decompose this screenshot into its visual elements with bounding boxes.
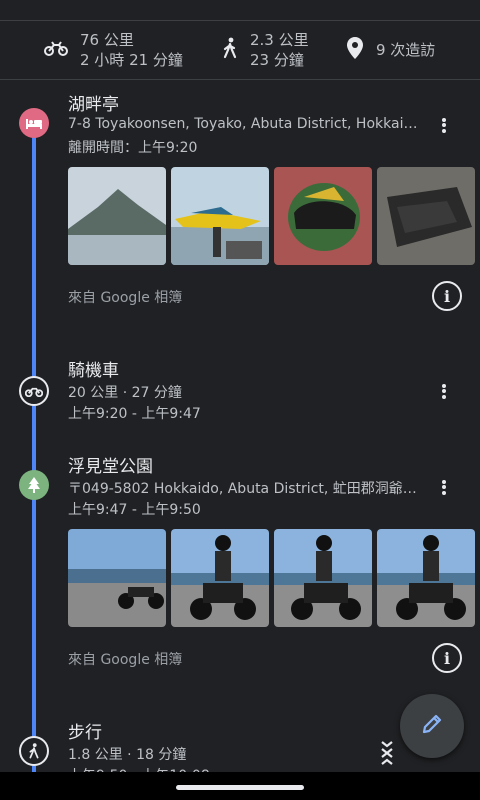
place-time-park: 上午9:47 - 上午9:50 [68, 502, 201, 518]
timeline-line [32, 122, 36, 782]
rider-photo-3[interactable] [377, 529, 475, 627]
boat-statue-photo[interactable] [171, 167, 269, 265]
walk-duration: 23 分鐘 [250, 51, 304, 69]
luggage-photo[interactable] [377, 167, 475, 265]
segment-detail-ride: 20 公里 · 27 分鐘 [68, 385, 182, 401]
visits-summary: 9 次造訪 [346, 21, 435, 79]
place-time-lakeside: 離開時間：上午9:20 [68, 140, 198, 156]
info-icon[interactable]: i [432, 281, 462, 311]
rider-photo-1[interactable] [171, 529, 269, 627]
tree-icon [19, 470, 49, 500]
google-photos-source: 來自 Google 相簿 [68, 290, 183, 306]
bike-lake-photo-1[interactable] [68, 529, 166, 627]
segment-detail-walk: 1.8 公里 · 18 分鐘 [68, 747, 187, 763]
place-title-park[interactable]: 浮見堂公園 [68, 452, 153, 477]
google-photos-source: 來自 Google 相簿 [68, 652, 183, 668]
segment-time-ride: 上午9:20 - 上午9:47 [68, 406, 201, 422]
drive-distance: 76 公里 [80, 31, 134, 49]
drive-summary: 76 公里 2 小時 21 分鐘 [44, 21, 183, 79]
edit-button[interactable] [400, 694, 464, 758]
motorcycle-icon [19, 376, 49, 406]
walk-distance: 2.3 公里 [250, 31, 309, 49]
visits-count: 9 次造訪 [376, 41, 436, 59]
walk-summary: 2.3 公里 23 分鐘 [222, 21, 309, 79]
motorcycle-icon [44, 40, 68, 60]
drive-duration: 2 小時 21 分鐘 [80, 51, 183, 69]
walking-icon [19, 736, 49, 766]
segment-title-walk[interactable]: 步行 [68, 718, 102, 743]
helmet-photo[interactable] [274, 167, 372, 265]
place-address-lakeside: 7-8 Toyakoonsen, Toyako, Abuta District,… [68, 116, 420, 132]
segment-title-ride[interactable]: 騎機車 [68, 356, 119, 381]
place-address-park: 〒049-5802 Hokkaido, Abuta District, 虻田郡洞… [68, 481, 420, 497]
location-pin-icon [346, 36, 364, 64]
expand-chevrons-icon[interactable] [378, 740, 396, 770]
walking-icon [222, 37, 238, 63]
status-bar [0, 0, 480, 21]
place-title-lakeside[interactable]: 湖畔亭 [68, 90, 119, 115]
rider-photo-2[interactable] [274, 529, 372, 627]
photo-strip[interactable] [68, 529, 480, 627]
info-icon[interactable]: i [432, 643, 462, 673]
edit-pencil-icon [420, 712, 444, 740]
trip-summary: 76 公里 2 小時 21 分鐘 2.3 公里 23 分鐘 9 次造訪 [0, 21, 480, 80]
more-options-button[interactable] [432, 113, 456, 137]
home-gesture-handle[interactable] [176, 785, 304, 790]
lake-mountain-photo[interactable] [68, 167, 166, 265]
hotel-icon [19, 108, 49, 138]
more-options-button[interactable] [432, 475, 456, 499]
more-options-button[interactable] [432, 379, 456, 403]
photo-strip[interactable] [68, 167, 480, 265]
